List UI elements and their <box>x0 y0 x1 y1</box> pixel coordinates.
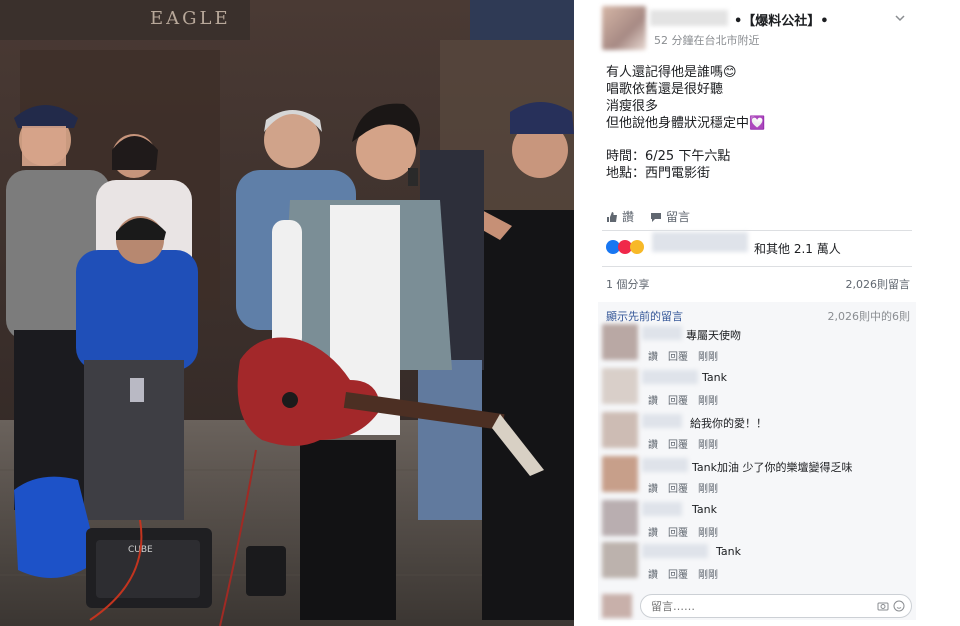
commenter-avatar[interactable] <box>602 324 638 360</box>
commenter-avatar[interactable] <box>602 500 638 536</box>
comment-actions: 讚 回覆 剛剛 <box>648 524 718 539</box>
comment-actions: 讚 回覆 剛剛 <box>648 392 718 407</box>
commenter-name-blurred[interactable] <box>642 502 682 516</box>
bystander-crouching <box>76 216 198 520</box>
post-text: 有人還記得他是誰嗎😊 唱歌依舊還是很好聽 消瘦很多 但他說他身體狀況穩定中💟 時… <box>606 64 906 182</box>
commenter-name-blurred[interactable] <box>642 326 682 340</box>
comment-like-link[interactable]: 讚 <box>648 436 658 451</box>
my-avatar <box>602 594 632 618</box>
facebook-post: •【爆料公社】• 52 分鐘在台北市附近 有人還記得他是誰嗎😊 唱歌依舊還是很好… <box>594 0 920 626</box>
post-line: 有人還記得他是誰嗎😊 <box>606 65 737 80</box>
comment-time: 剛剛 <box>698 396 718 407</box>
comment-time: 剛剛 <box>698 440 718 451</box>
photo-illustration: EAGLE CUBE <box>0 0 574 626</box>
post-timestamp-location[interactable]: 52 分鐘在台北市附近 <box>654 32 760 48</box>
comment-item: Tank加油 少了你的樂壇變得乏味 讚 回覆 剛剛 <box>598 456 916 500</box>
thumbs-up-icon <box>607 211 617 222</box>
comment-like-link[interactable]: 讚 <box>648 348 658 363</box>
reactions-summary[interactable]: 和其他 2.1 萬人 <box>606 232 906 258</box>
comment-like-link[interactable]: 讚 <box>648 524 658 539</box>
commenter-name-blurred[interactable] <box>642 458 688 472</box>
event-location: 地點：西門電影街 <box>606 166 711 181</box>
comment-like-link[interactable]: 讚 <box>648 480 658 495</box>
poster-name-blurred[interactable] <box>650 10 728 26</box>
comment-reply-link[interactable]: 回覆 <box>668 436 688 451</box>
camera-icon[interactable] <box>877 600 889 612</box>
divider-line <box>602 230 912 231</box>
post-action-bar: 讚 留言 <box>606 206 906 228</box>
comment-actions: 讚 回覆 剛剛 <box>648 566 718 581</box>
commenter-avatar[interactable] <box>602 542 638 578</box>
comment-time: 剛剛 <box>698 570 718 581</box>
comment-item: 專屬天使吻 讚 回覆 剛剛 <box>598 324 916 368</box>
comment-text: Tank <box>702 371 727 384</box>
comment-composer[interactable] <box>640 594 912 618</box>
right-margin <box>920 0 960 626</box>
comment-time: 剛剛 <box>698 352 718 363</box>
sticker-icon[interactable] <box>893 600 905 612</box>
comments-header: 顯示先前的留言 2,026則中的6則 <box>606 308 910 324</box>
commenter-avatar[interactable] <box>602 368 638 404</box>
comment-reply-link[interactable]: 回覆 <box>668 392 688 407</box>
comment-text: 給我你的愛！！ <box>690 417 767 430</box>
share-count[interactable]: 1 個分享 <box>606 276 650 292</box>
panel-divider <box>574 0 594 626</box>
event-time: 時間：6/25 下午六點 <box>606 149 731 164</box>
comment-button[interactable]: 留言 <box>650 208 690 225</box>
commenter-avatar[interactable] <box>602 412 638 448</box>
post-line: 消瘦很多 <box>606 99 659 114</box>
comment-like-link[interactable]: 讚 <box>648 566 658 581</box>
reactor-names-blurred <box>652 232 748 252</box>
comment-count[interactable]: 2,026則留言 <box>846 276 911 292</box>
like-label: 讚 <box>622 210 635 224</box>
post-line: 唱歌依舊還是很好聽 <box>606 82 724 97</box>
commenter-name-blurred[interactable] <box>642 544 708 558</box>
comment-time: 剛剛 <box>698 484 718 495</box>
comment-reply-link[interactable]: 回覆 <box>668 524 688 539</box>
comment-icon <box>651 212 661 222</box>
comment-time: 剛剛 <box>698 528 718 539</box>
comment-actions: 讚 回覆 剛剛 <box>648 348 718 363</box>
chevron-down-icon[interactable] <box>894 12 906 24</box>
storefront-sign: EAGLE <box>150 8 231 29</box>
post-line: 但他說他身體狀況穩定中💟 <box>606 116 766 131</box>
share-comment-stats: 1 個分享 2,026則留言 <box>606 276 910 292</box>
reactions-count[interactable]: 和其他 2.1 萬人 <box>754 240 841 257</box>
haha-reaction-icon <box>630 240 644 254</box>
commenter-name-blurred[interactable] <box>642 414 682 428</box>
comments-shown-count: 2,026則中的6則 <box>827 310 911 323</box>
comment-text: Tank <box>716 545 741 558</box>
comment-reply-link[interactable]: 回覆 <box>668 566 688 581</box>
poster-avatar[interactable] <box>602 6 646 50</box>
comment-reply-link[interactable]: 回覆 <box>668 348 688 363</box>
comment-actions: 讚 回覆 剛剛 <box>648 480 718 495</box>
commenter-avatar[interactable] <box>602 456 638 492</box>
divider-line <box>602 266 912 267</box>
page-name[interactable]: •【爆料公社】• <box>734 10 829 29</box>
commenter-name-blurred[interactable] <box>642 370 698 384</box>
comment-text: Tank加油 少了你的樂壇變得乏味 <box>692 461 853 474</box>
comment-text: 專屬天使吻 <box>686 329 741 342</box>
comment-item: 給我你的愛！！ 讚 回覆 剛剛 <box>598 412 916 456</box>
comment-actions: 讚 回覆 剛剛 <box>648 436 718 451</box>
comment-item: Tank 讚 回覆 剛剛 <box>598 368 916 412</box>
street-performance-photo: EAGLE CUBE <box>0 0 574 626</box>
comment-label: 留言 <box>666 210 691 224</box>
comment-text: Tank <box>692 503 717 516</box>
comment-like-link[interactable]: 讚 <box>648 392 658 407</box>
comment-input[interactable] <box>649 597 853 615</box>
like-button[interactable]: 讚 <box>606 208 634 225</box>
comment-item: Tank 讚 回覆 剛剛 <box>598 542 916 586</box>
comment-reply-link[interactable]: 回覆 <box>668 480 688 495</box>
comment-item: Tank 讚 回覆 剛剛 <box>598 500 916 544</box>
comments-section: 顯示先前的留言 2,026則中的6則 專屬天使吻 讚 回覆 剛剛 Tank 讚 … <box>598 302 916 620</box>
view-previous-comments-link[interactable]: 顯示先前的留言 <box>606 308 683 324</box>
